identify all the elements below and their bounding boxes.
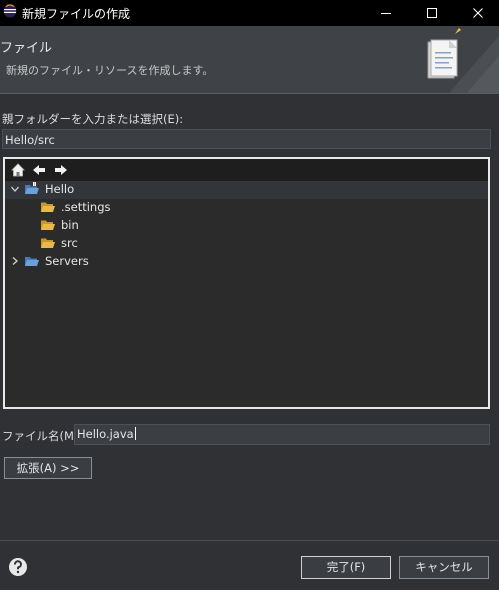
project-folder-open-icon: J [25, 182, 39, 194]
maximize-icon [427, 8, 437, 18]
tree-toolbar [5, 159, 488, 181]
file-name-value: Hello.java [77, 427, 134, 441]
file-name-input[interactable]: Hello.java [74, 424, 490, 445]
folder-open-icon [41, 220, 55, 230]
tree-item-label: bin [61, 218, 79, 232]
cancel-button[interactable]: キャンセル [399, 556, 489, 579]
tree-item-label: Hello [45, 182, 75, 196]
minimize-button[interactable] [366, 0, 406, 26]
new-file-wizard-image [427, 28, 499, 93]
home-icon[interactable] [10, 162, 26, 178]
folder-open-icon [41, 238, 55, 248]
folder-open-icon [41, 202, 55, 212]
finish-button[interactable]: 完了(F) [301, 556, 391, 579]
tree-item-label: src [61, 236, 78, 250]
banner-description: 新規のファイル・リソースを作成します。 [6, 64, 214, 77]
chevron-down-icon[interactable] [10, 184, 20, 194]
window-title: 新規ファイルの作成 [22, 7, 131, 21]
parent-folder-label: 親フォルダーを入力または選択(E): [2, 112, 184, 126]
back-arrow-icon[interactable] [31, 162, 47, 178]
close-icon [473, 8, 483, 18]
tree-item-hello[interactable]: J Hello [5, 181, 488, 199]
eclipse-icon [3, 4, 17, 18]
forward-arrow-icon[interactable] [53, 162, 69, 178]
maximize-button[interactable] [412, 0, 452, 26]
parent-folder-input[interactable]: Hello/src [2, 129, 491, 149]
banner-title: ファイル [0, 41, 53, 56]
text-caret [134, 427, 136, 440]
wizard-banner: ファイル 新規のファイル・リソースを作成します。 [0, 26, 499, 94]
minimize-icon [381, 13, 391, 14]
tree-item-label: Servers [45, 254, 89, 268]
title-bar: 新規ファイルの作成 [0, 0, 499, 26]
folder-tree[interactable]: J Hello .settings bin src Servers [3, 157, 490, 409]
svg-text:J: J [33, 182, 35, 187]
close-button[interactable] [458, 0, 498, 26]
file-name-label: ファイル名(M): [2, 429, 83, 443]
advanced-button[interactable]: 拡張(A) >> [4, 457, 92, 479]
chevron-right-icon[interactable] [10, 256, 20, 266]
project-folder-icon [25, 257, 39, 266]
tree-item-label: .settings [61, 200, 111, 214]
footer-separator [0, 540, 499, 541]
help-icon[interactable] [8, 557, 28, 577]
